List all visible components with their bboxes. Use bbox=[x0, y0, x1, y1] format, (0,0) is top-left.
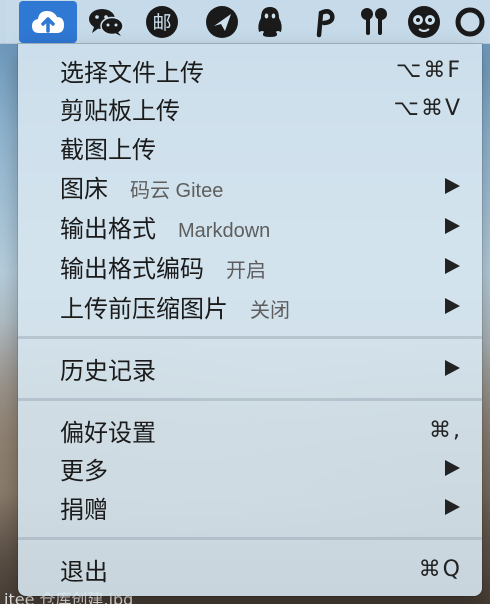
menu-bar: 邮 bbox=[0, 0, 490, 44]
menu-item-preferences[interactable]: 偏好设置 ⌘, bbox=[18, 411, 482, 449]
menu-item-value: 码云 Gitee bbox=[130, 179, 224, 202]
menu-item-compress-before-upload[interactable]: 上传前压缩图片 关闭 bbox=[18, 287, 482, 325]
shortcut-text: ⌘, bbox=[429, 417, 462, 443]
menu-item-history[interactable]: 历史记录 bbox=[18, 349, 482, 387]
menu-item-value: 关闭 bbox=[250, 299, 290, 322]
owl-icon[interactable] bbox=[406, 5, 442, 39]
menu-separator bbox=[18, 336, 482, 339]
menu-item-more[interactable]: 更多 bbox=[18, 449, 482, 487]
submenu-arrow-icon bbox=[445, 298, 460, 314]
submenu-arrow-icon bbox=[445, 499, 460, 515]
menu-item-image-host[interactable]: 图床 码云 Gitee bbox=[18, 167, 482, 205]
menu-item-label: 图床 码云 Gitee bbox=[60, 169, 223, 204]
menu-item-label: 历史记录 bbox=[60, 356, 156, 385]
menu-separator bbox=[18, 398, 482, 401]
picgo-cloud-icon[interactable] bbox=[19, 1, 77, 43]
submenu-arrow-icon bbox=[445, 178, 460, 194]
menu-item-quit[interactable]: 退出 ⌘Q bbox=[18, 550, 482, 588]
menu-item-label: 偏好设置 bbox=[60, 418, 156, 447]
feishu-icon[interactable] bbox=[204, 5, 240, 39]
menu-item-title: 上传前压缩图片 bbox=[60, 294, 228, 323]
menu-item-upload-file[interactable]: 选择文件上传 ⌥⌘F bbox=[18, 51, 482, 89]
menu-item-label: 输出格式 Markdown bbox=[60, 209, 270, 244]
menu-item-label: 更多 bbox=[60, 456, 108, 485]
menu-item-title: 图床 bbox=[60, 174, 108, 203]
submenu-arrow-icon bbox=[445, 218, 460, 234]
menu-item-donate[interactable]: 捐赠 bbox=[18, 488, 482, 526]
qq-penguin-icon[interactable] bbox=[252, 5, 288, 39]
wechat-icon[interactable] bbox=[88, 5, 124, 39]
menu-item-title: 输出格式编码 bbox=[60, 254, 204, 283]
submenu-arrow-icon bbox=[445, 460, 460, 476]
submenu-arrow-icon bbox=[445, 360, 460, 376]
menu-item-label: 输出格式编码 开启 bbox=[60, 249, 266, 284]
menu-item-clipboard-upload[interactable]: 剪贴板上传 ⌥⌘V bbox=[18, 89, 482, 127]
menu-item-label: 选择文件上传 bbox=[60, 58, 204, 87]
menu-item-label: 捐赠 bbox=[60, 495, 108, 524]
submenu-arrow-icon bbox=[445, 258, 460, 274]
menu-item-output-encoding[interactable]: 输出格式编码 开启 bbox=[18, 247, 482, 285]
menu-item-title: 输出格式 bbox=[60, 214, 156, 243]
menu-separator bbox=[18, 537, 482, 540]
menu-item-output-format[interactable]: 输出格式 Markdown bbox=[18, 207, 482, 245]
menu-item-label: 上传前压缩图片 关闭 bbox=[60, 289, 290, 324]
shortcut-text: ⌘Q bbox=[418, 556, 462, 582]
paw-p-icon[interactable] bbox=[306, 5, 342, 39]
menu-item-label: 截图上传 bbox=[60, 135, 156, 164]
shortcut-text: ⌥⌘F bbox=[395, 57, 462, 83]
menu-item-label: 剪贴板上传 bbox=[60, 96, 180, 125]
postal-icon[interactable]: 邮 bbox=[144, 5, 180, 39]
menu-item-screenshot-upload[interactable]: 截图上传 bbox=[18, 128, 482, 166]
menu-item-value: Markdown bbox=[178, 219, 271, 242]
menu-item-label: 退出 bbox=[60, 557, 108, 586]
menu-item-value: 开启 bbox=[226, 259, 266, 282]
picgo-dropdown-menu: 选择文件上传 ⌥⌘F 剪贴板上传 ⌥⌘V 截图上传 图床 码云 Gitee 输出格… bbox=[18, 44, 482, 596]
loading-ring-icon[interactable] bbox=[452, 5, 488, 39]
airpods-icon[interactable] bbox=[356, 5, 392, 39]
svg-text:邮: 邮 bbox=[152, 12, 171, 34]
shortcut-text: ⌥⌘V bbox=[393, 95, 462, 121]
